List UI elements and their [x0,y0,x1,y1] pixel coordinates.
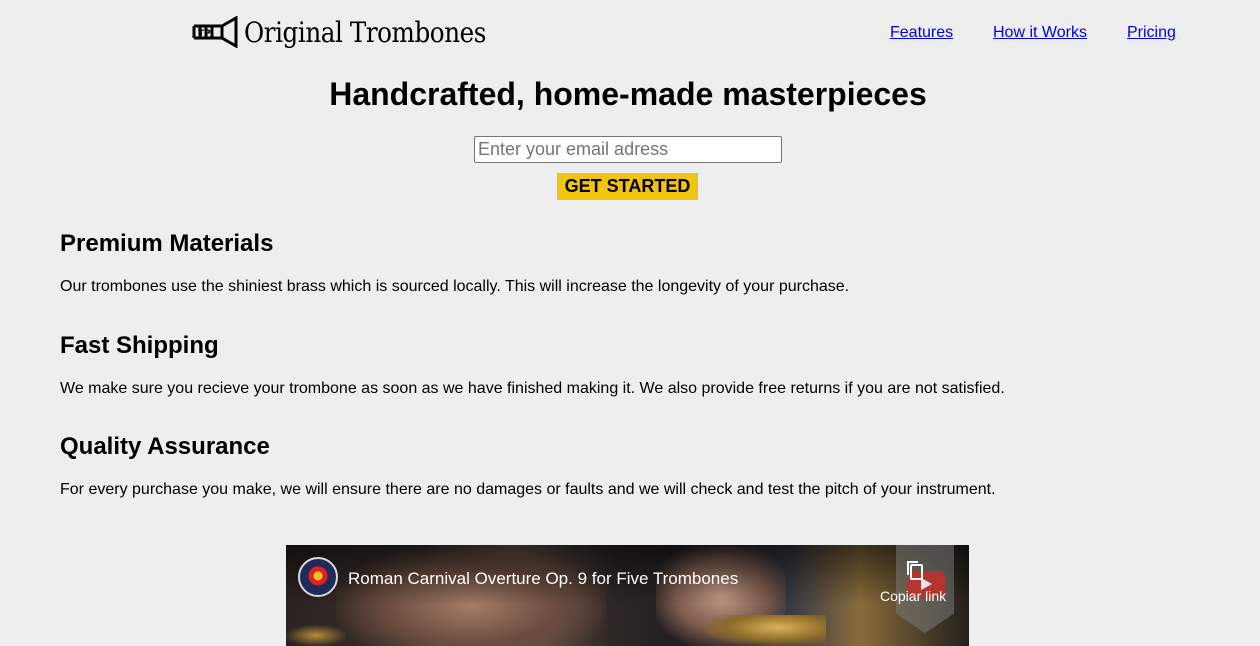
trombone-logo-icon: TP [192,16,238,48]
video-thumbnail-brass [286,625,346,646]
channel-avatar[interactable] [298,557,338,597]
feature-text: We make sure you recieve your trombone a… [60,380,1005,397]
copy-icon[interactable] [904,559,926,581]
feature-title: Premium Materials [60,230,274,257]
feature-title: Fast Shipping [60,332,219,359]
nav-link-pricing[interactable]: Pricing [1127,24,1176,42]
video-thumbnail-trombone [706,615,826,646]
site-header: TP Original Trombones Features How it Wo… [0,0,1260,66]
feature-text: Our trombones use the shiniest brass whi… [60,278,850,295]
video-embed[interactable]: Roman Carnival Overture Op. 9 for Five T… [286,545,969,646]
feature-text: For every purchase you make, we will ens… [60,481,996,498]
logo-text: Original Trombones [244,15,486,49]
hero-title: Handcrafted, home-made masterpieces [329,76,927,112]
email-input[interactable] [474,136,782,163]
nav-link-features[interactable]: Features [890,24,953,42]
svg-text:TP: TP [198,29,211,39]
get-started-button[interactable]: GET STARTED [557,173,698,200]
feature-title: Quality Assurance [60,433,270,460]
logo[interactable]: TP Original Trombones [192,12,519,52]
nav-link-how-it-works[interactable]: How it Works [993,24,1087,42]
copy-link-label[interactable]: Copiar link [880,588,946,604]
video-title[interactable]: Roman Carnival Overture Op. 9 for Five T… [348,569,738,589]
